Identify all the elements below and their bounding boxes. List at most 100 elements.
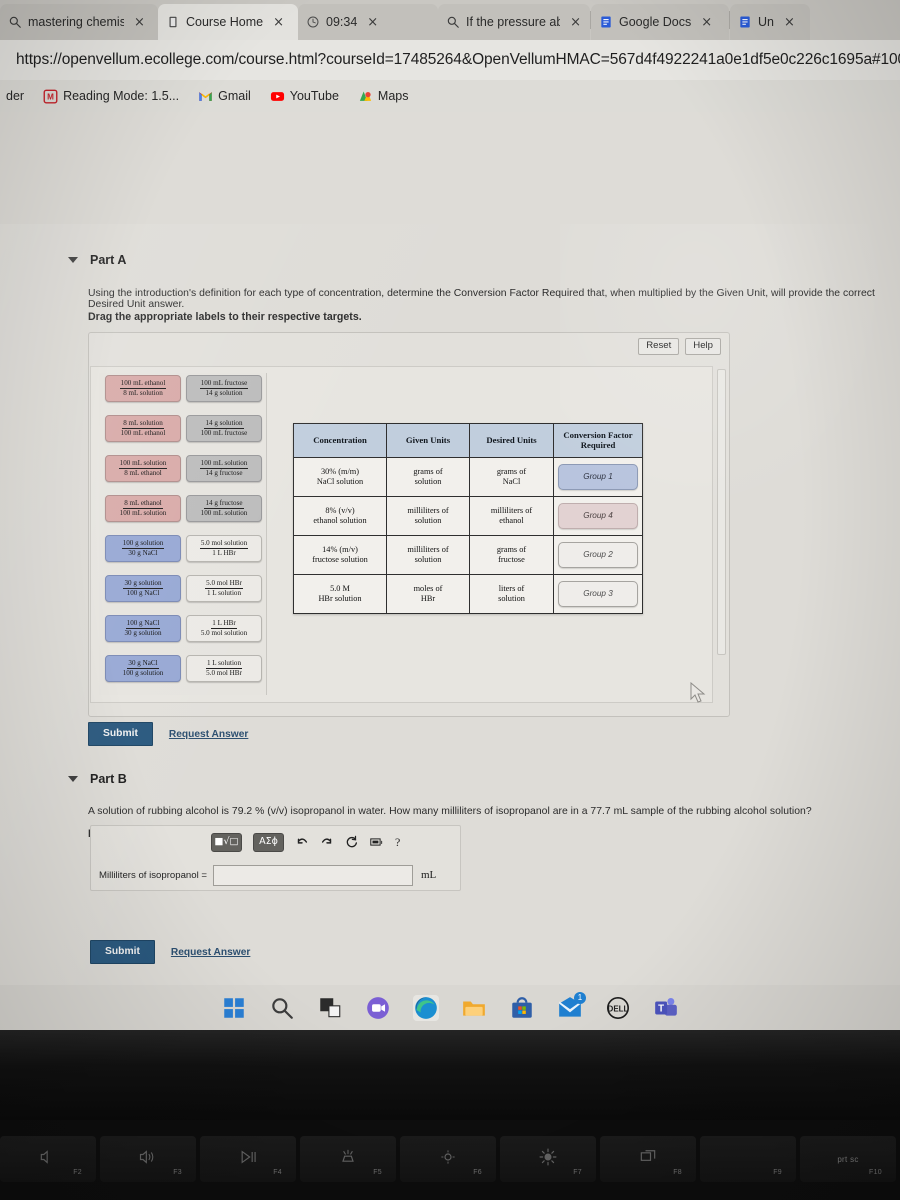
dell-icon[interactable]: DELL (605, 995, 631, 1021)
part-b-header[interactable]: Part B (68, 772, 127, 786)
draggable-label-l16[interactable]: 1 L solution 5.0 mol HBr (186, 655, 262, 682)
greek-symbols-button[interactable]: ΑΣϕ (253, 832, 284, 852)
function-key-f3[interactable]: F3 (100, 1136, 196, 1182)
draggable-label-l8[interactable]: 14 g fructose 100 mL solution (186, 495, 262, 522)
close-icon[interactable]: × (784, 16, 795, 29)
label-bank-row: 30 g solution 100 g NaCl 5.0 mol HBr 1 L so… (99, 573, 267, 606)
help-button[interactable]: Help (685, 338, 721, 356)
part-b-submit-button[interactable]: Submit (90, 940, 155, 965)
microsoft-edge-icon[interactable] (413, 994, 439, 1021)
bookmark-maps[interactable]: Maps (352, 89, 415, 104)
cell-conversion-factor: Group 4 (553, 495, 643, 536)
zoom-app-icon[interactable] (365, 995, 391, 1021)
bookmark-reading-mode-1-5[interactable]: M Reading Mode: 1.5... (37, 89, 185, 104)
part-a-submit-button[interactable]: Submit (88, 722, 153, 747)
chevron-down-icon[interactable] (68, 776, 78, 782)
draggable-label-l10[interactable]: 5.0 mol solution 1 L HBr (186, 535, 262, 562)
tab-label: mastering chemis (28, 15, 124, 29)
draggable-label-l5[interactable]: 100 mL solution 8 mL ethanol (105, 455, 181, 482)
browser-tab-4[interactable]: If the pressure ab × (438, 4, 590, 40)
draggable-label-l1[interactable]: 100 mL ethanol 8 mL solution (105, 375, 181, 402)
function-key-f6[interactable]: F6 (400, 1136, 496, 1182)
reset-button[interactable]: Reset (638, 338, 680, 356)
search-icon[interactable] (269, 995, 295, 1021)
draggable-label-l14[interactable]: 1 L HBr 5.0 mol solution (186, 615, 262, 642)
browser-tab-1[interactable]: mastering chemis × (0, 4, 158, 40)
bookmark-der[interactable]: der (0, 89, 30, 103)
cell-line-1: milliliters of (407, 544, 449, 554)
close-icon[interactable]: × (134, 16, 145, 29)
math-help-button[interactable]: ? (395, 835, 400, 850)
drop-target-group-4[interactable]: Group 4 (558, 502, 638, 529)
close-icon[interactable]: × (570, 16, 581, 29)
search-icon (446, 15, 460, 29)
draggable-label-l7[interactable]: 8 mL ethanol 100 mL solution (105, 495, 181, 522)
microsoft-store-icon[interactable] (509, 995, 535, 1021)
draggable-label-l11[interactable]: 30 g solution 100 g NaCl (105, 575, 181, 602)
redo-arrow-icon[interactable] (320, 835, 334, 849)
label-bank-row: 30 g NaCl 100 g solution 1 L solution 5.0 m… (99, 653, 267, 686)
bookmark-youtube[interactable]: YouTube (264, 89, 345, 104)
math-template-button[interactable]: ■√□ (211, 832, 242, 852)
m-icon: M (43, 89, 58, 103)
function-key-f4[interactable]: F4 (200, 1136, 296, 1182)
microsoft-teams-icon[interactable]: T (653, 995, 679, 1021)
draggable-label-l9[interactable]: 100 g solution 30 g NaCl (105, 535, 181, 562)
notification-badge: 1 (574, 991, 586, 1004)
function-key-f10[interactable]: prt sc F10 (800, 1136, 896, 1182)
cell-line-1: 5.0 M (330, 583, 350, 593)
close-icon[interactable]: × (367, 16, 378, 29)
drop-target-group-1[interactable]: Group 1 (558, 463, 638, 490)
drag-drop-activity: Reset Help 100 mL ethanol 8 mL solution 10… (88, 332, 730, 717)
cell-concentration: 8% (v/v) ethanol solution (293, 495, 387, 536)
function-key-f5[interactable]: F5 (300, 1136, 396, 1182)
label-bank: 100 mL ethanol 8 mL solution 100 mL fructo… (99, 373, 267, 695)
draggable-label-l15[interactable]: 30 g NaCl 100 g solution (105, 655, 181, 682)
circular-reset-icon[interactable] (345, 835, 359, 849)
file-explorer-icon[interactable] (461, 995, 487, 1021)
drop-target-group-3[interactable]: Group 3 (558, 580, 638, 607)
draggable-label-l4[interactable]: 14 g solution 100 mL fructose (186, 415, 262, 442)
function-key-f9[interactable]: F9 (700, 1136, 796, 1182)
book-icon (169, 16, 177, 28)
browser-tab-3[interactable]: 09:34 × (298, 4, 438, 40)
column-header-desired-units: Desired Units (469, 423, 554, 458)
cell-given-units: moles of HBr (386, 573, 470, 614)
draggable-label-l3[interactable]: 8 mL solution 100 mL ethanol (105, 415, 181, 442)
draggable-label-l2[interactable]: 100 mL fructose 14 g solution (186, 375, 262, 402)
browser-tab-6[interactable]: Un × (730, 4, 810, 40)
function-key-f2[interactable]: F2 (0, 1136, 96, 1182)
keyboard-icon[interactable] (370, 835, 384, 849)
function-key-f8[interactable]: F8 (600, 1136, 696, 1182)
bookmark-gmail[interactable]: Gmail (192, 89, 257, 104)
label-numerator: 14 g solution (204, 419, 244, 430)
part-a-request-answer-link[interactable]: Request Answer (169, 729, 248, 740)
draggable-label-l6[interactable]: 100 mL solution 14 g fructose (186, 455, 262, 482)
part-b-request-answer-link[interactable]: Request Answer (171, 947, 250, 958)
activity-scrollbar[interactable] (717, 369, 726, 655)
draggable-label-l13[interactable]: 100 g NaCl 30 g solution (105, 615, 181, 642)
function-key-f7[interactable]: F7 (500, 1136, 596, 1182)
windows-start-icon[interactable] (221, 995, 247, 1021)
cell-concentration: 5.0 M HBr solution (293, 573, 387, 614)
cell-line-2: solution (498, 593, 525, 603)
browser-tab-2[interactable]: Course Home × (158, 4, 298, 40)
draggable-label-l12[interactable]: 5.0 mol HBr 1 L solution (186, 575, 262, 602)
part-a-header[interactable]: Part A (68, 253, 126, 267)
answer-input[interactable] (212, 864, 413, 886)
task-view-icon[interactable] (317, 995, 343, 1021)
part-a-submit-row: Submit Request Answer (88, 722, 248, 747)
browser-address-bar[interactable]: https://openvellum.ecollege.com/course.h… (0, 40, 900, 80)
close-icon[interactable]: × (701, 16, 712, 29)
cell-line-1: grams of (496, 544, 527, 554)
mail-icon[interactable]: 1 (557, 991, 586, 1021)
chevron-down-icon[interactable] (68, 257, 78, 263)
close-icon[interactable]: × (273, 16, 284, 29)
browser-tab-5[interactable]: Google Docs × (591, 4, 729, 40)
undo-arrow-icon[interactable] (295, 835, 309, 849)
course-page: Part A Using the introduction's definiti… (0, 112, 900, 985)
drop-target-group-2[interactable]: Group 2 (558, 541, 638, 568)
label-denominator: 100 g NaCl (126, 589, 160, 598)
cell-conversion-factor: Group 1 (553, 456, 643, 497)
maps-icon (358, 89, 373, 104)
